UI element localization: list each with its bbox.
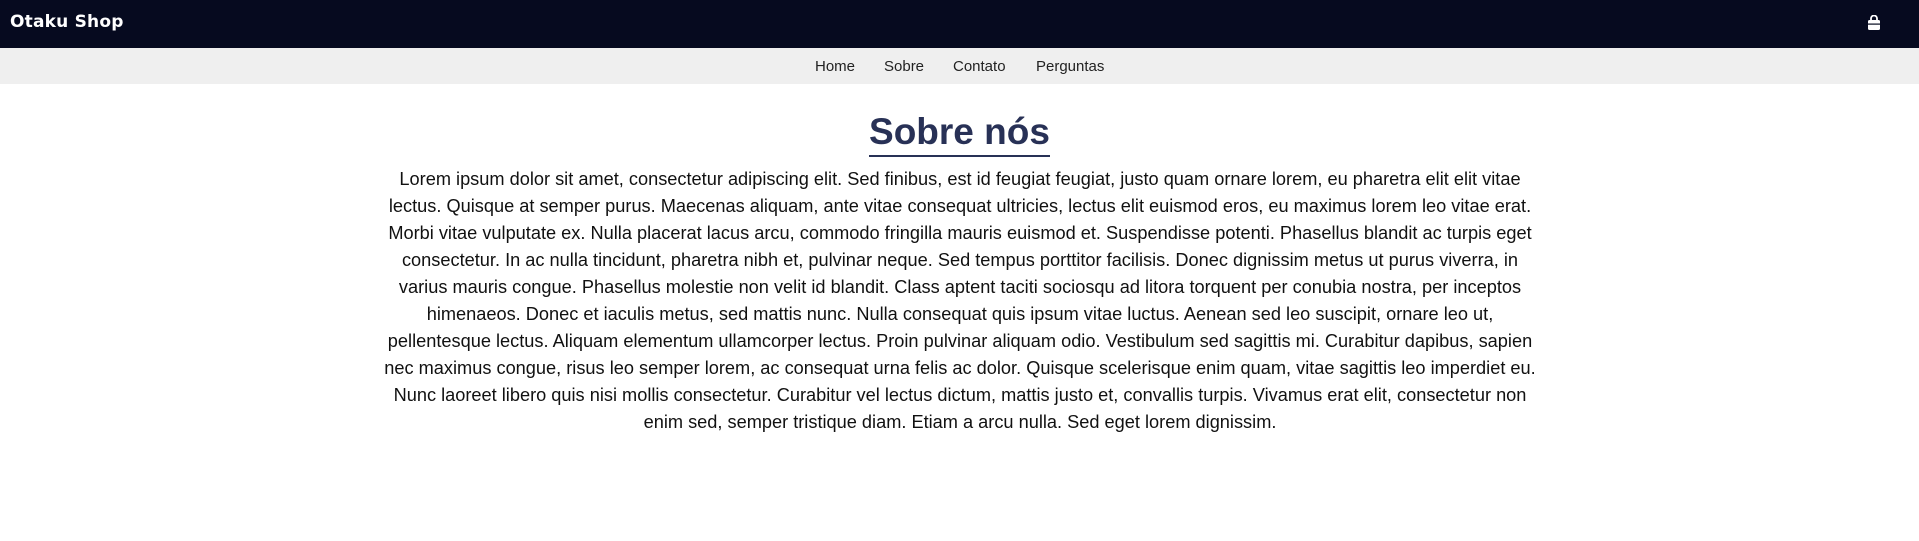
page-title: Sobre nós [869, 110, 1050, 157]
top-header: Otaku Shop [0, 0, 1919, 48]
nav-link-perguntas[interactable]: Perguntas [1036, 58, 1104, 75]
nav-link-sobre[interactable]: Sobre [884, 58, 924, 75]
nav-link-contato[interactable]: Contato [953, 58, 1006, 75]
title-container: Sobre nós [0, 110, 1919, 157]
cart-icon[interactable] [1867, 15, 1881, 31]
main-nav: Home Sobre Contato Perguntas [0, 48, 1919, 84]
nav-link-home[interactable]: Home [815, 58, 855, 75]
about-paragraph: Lorem ipsum dolor sit amet, consectetur … [384, 169, 1536, 432]
brand-logo[interactable]: Otaku Shop [10, 12, 124, 32]
